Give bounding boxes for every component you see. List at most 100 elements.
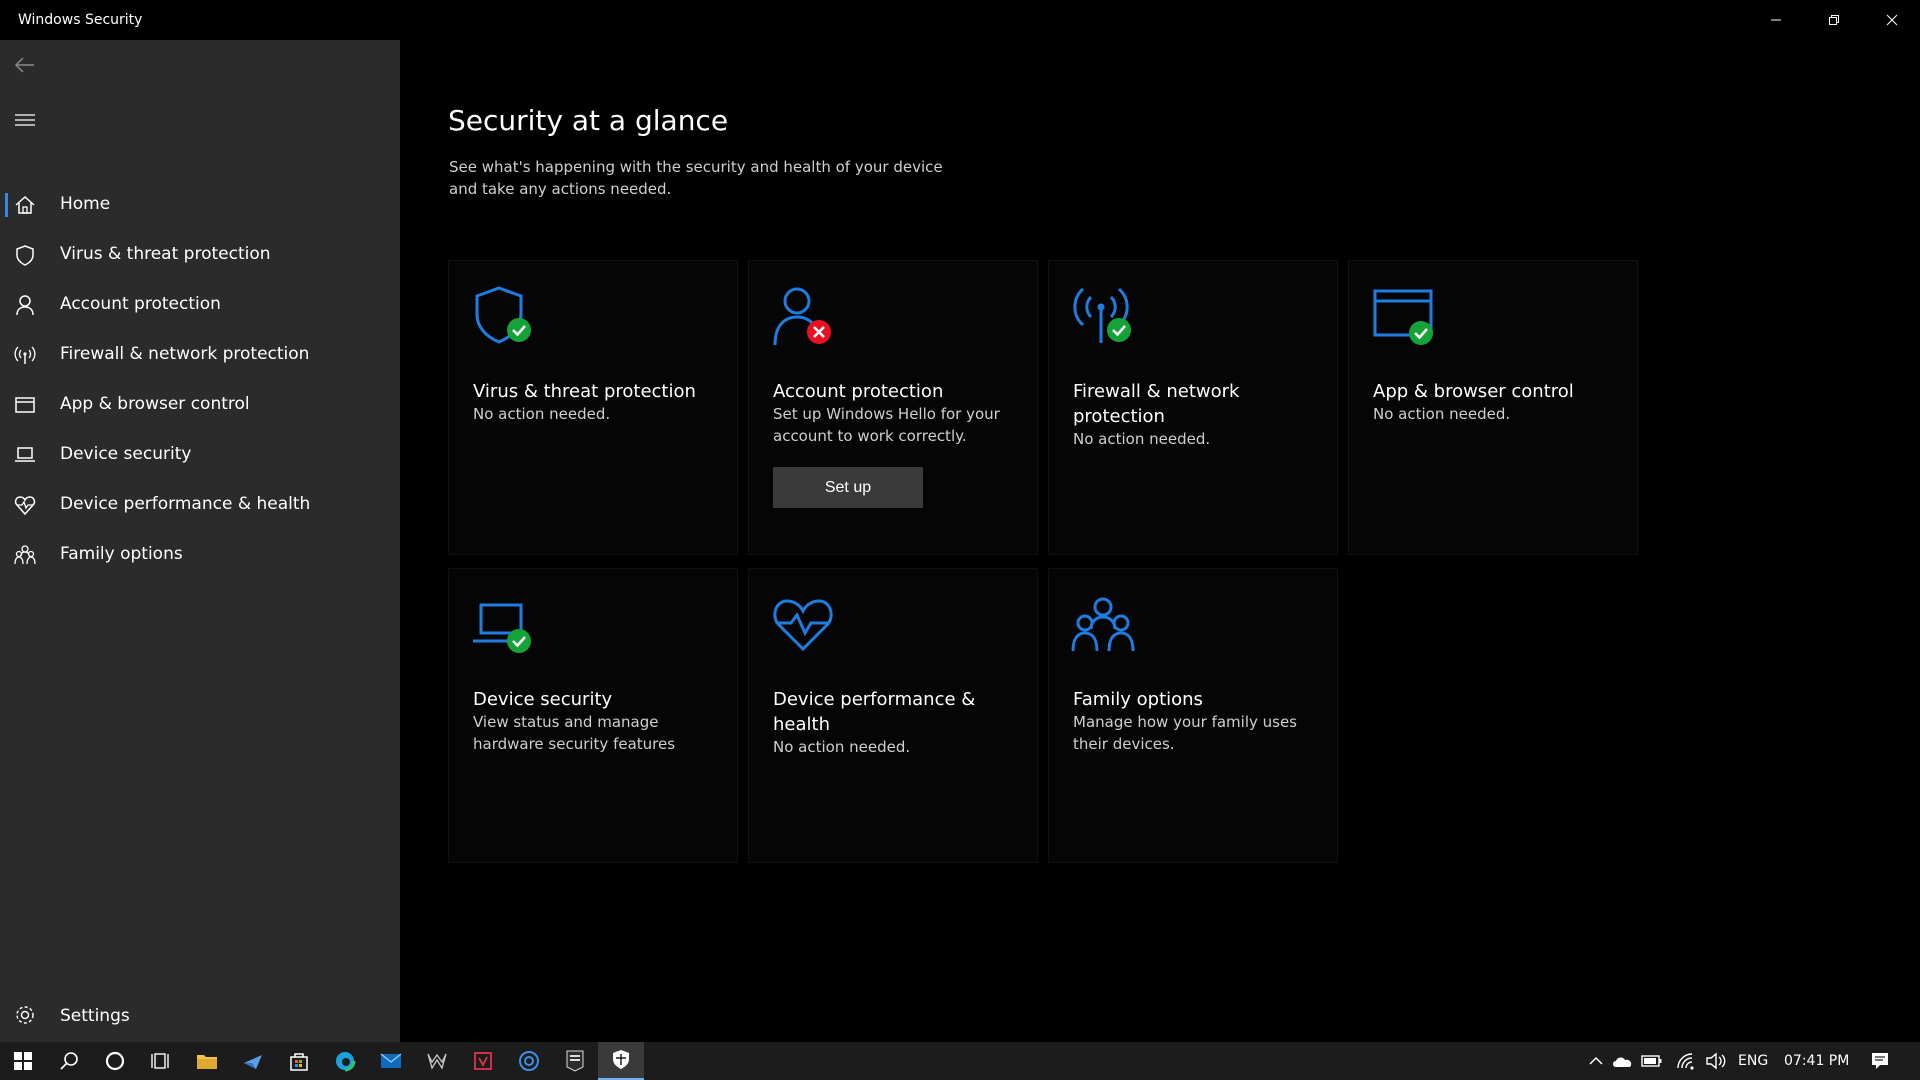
sidebar-item-firewall[interactable]: Firewall & network protection — [0, 330, 400, 380]
shield-icon — [14, 244, 36, 266]
gaming-app-button[interactable] — [414, 1042, 460, 1080]
cortana-circle-icon — [105, 1051, 125, 1071]
sidebar-item-virus-threat[interactable]: Virus & threat protection — [0, 230, 400, 280]
sidebar-item-home[interactable]: Home — [0, 180, 400, 230]
store-bag-icon — [290, 1053, 308, 1071]
mail-envelope-icon — [380, 1053, 402, 1068]
menu-button[interactable] — [13, 109, 37, 131]
sidebar-item-label: App & browser control — [60, 394, 250, 414]
cloud-icon — [1613, 1057, 1632, 1067]
card-account[interactable]: Account protection Set up Windows Hello … — [748, 260, 1038, 555]
card-title: Device security — [473, 689, 613, 710]
start-button[interactable] — [0, 1042, 46, 1080]
folder-icon — [197, 1055, 217, 1069]
sidebar-item-label: Device performance & health — [60, 494, 311, 514]
card-virus-threat[interactable]: Virus & threat protection No action need… — [448, 260, 738, 555]
antenna-check-icon — [1071, 285, 1135, 349]
card-desc: No action needed. — [1073, 430, 1211, 448]
card-desc: No action needed. — [473, 405, 611, 423]
predator-logo-icon — [427, 1053, 447, 1070]
edge-icon — [334, 1050, 356, 1072]
sidebar-item-account[interactable]: Account protection — [0, 280, 400, 330]
card-desc: View status and manage hardware security… — [473, 713, 676, 753]
sidebar-item-device-performance[interactable]: Device performance & health — [0, 480, 400, 530]
epic-games-icon — [566, 1050, 584, 1072]
sidebar-item-settings[interactable]: Settings — [0, 990, 400, 1040]
search-icon — [60, 1052, 78, 1070]
settings-label: Settings — [60, 1006, 130, 1026]
card-title: Device performance & health — [773, 689, 976, 735]
person-icon — [14, 294, 36, 316]
restore-button[interactable] — [1806, 0, 1862, 40]
card-app-browser[interactable]: App & browser control No action needed. — [1348, 260, 1638, 555]
sidebar: Home Virus & threat protection Account p… — [0, 40, 400, 1042]
close-button[interactable] — [1864, 0, 1920, 40]
windows-security-taskbar-button[interactable] — [598, 1042, 644, 1080]
setup-button[interactable]: Set up — [773, 467, 923, 508]
close-icon — [1886, 14, 1898, 26]
card-title: Account protection — [773, 381, 944, 402]
taskbar: ENG 07:41 PM — [0, 1042, 1920, 1080]
window-title: Windows Security — [18, 12, 143, 28]
card-desc: No action needed. — [1373, 405, 1511, 423]
battery-icon — [1641, 1055, 1662, 1067]
sidebar-item-label: Home — [60, 194, 111, 214]
epic-games-button[interactable] — [552, 1042, 598, 1080]
card-title: Virus & threat protection — [473, 381, 696, 402]
minimize-button[interactable] — [1748, 0, 1804, 40]
speaker-icon — [1706, 1052, 1726, 1070]
heart-icon — [14, 494, 36, 516]
windows-logo-icon — [14, 1052, 32, 1070]
card-device-performance[interactable]: Device performance & health No action ne… — [748, 568, 1038, 863]
sidebar-item-app-browser[interactable]: App & browser control — [0, 380, 400, 430]
task-view-button[interactable] — [138, 1042, 184, 1080]
card-desc: Manage how your family uses their device… — [1073, 713, 1297, 753]
card-desc: No action needed. — [773, 738, 911, 756]
home-icon — [14, 194, 36, 216]
sidebar-item-label: Family options — [60, 544, 183, 564]
browser-window-check-icon — [1371, 285, 1435, 349]
card-firewall[interactable]: Firewall & network protection No action … — [1048, 260, 1338, 555]
store-button[interactable] — [276, 1042, 322, 1080]
family-icon — [1071, 593, 1135, 657]
antenna-icon — [14, 344, 36, 366]
heart-pulse-icon — [771, 593, 835, 657]
browser-window-icon — [14, 394, 36, 416]
card-title: App & browser control — [1373, 381, 1574, 402]
shield-icon — [613, 1050, 629, 1069]
notification-icon — [1872, 1053, 1888, 1069]
red-app-button[interactable] — [460, 1042, 506, 1080]
back-button[interactable] — [12, 52, 38, 78]
page-subtitle: See what's happening with the security a… — [449, 158, 943, 198]
restore-icon — [1829, 15, 1839, 25]
action-center-button[interactable] — [1856, 1042, 1904, 1080]
clock[interactable]: 07:41 PM — [1784, 1053, 1849, 1069]
main-content: Security at a glance See what's happenin… — [400, 40, 1920, 1042]
mail-button[interactable] — [368, 1042, 414, 1080]
sidebar-item-label: Account protection — [60, 294, 221, 314]
sidebar-item-family[interactable]: Family options — [0, 530, 400, 580]
card-desc: Set up Windows Hello for your account to… — [773, 405, 1000, 445]
wifi-icon — [1677, 1053, 1694, 1070]
hamburger-icon — [15, 114, 35, 126]
uplay-icon — [519, 1051, 539, 1071]
search-button[interactable] — [46, 1042, 92, 1080]
volume-button[interactable] — [1696, 1042, 1736, 1080]
edge-browser-button[interactable] — [322, 1042, 368, 1080]
file-explorer-button[interactable] — [184, 1042, 230, 1080]
card-family[interactable]: Family options Manage how your family us… — [1048, 568, 1338, 863]
family-icon — [14, 544, 36, 566]
person-error-icon — [771, 285, 835, 349]
laptop-check-icon — [471, 593, 535, 657]
card-device-security[interactable]: Device security View status and manage h… — [448, 568, 738, 863]
input-language-indicator[interactable]: ENG — [1738, 1053, 1768, 1069]
cortana-button[interactable] — [92, 1042, 138, 1080]
uplay-button[interactable] — [506, 1042, 552, 1080]
task-view-icon — [151, 1053, 169, 1069]
sidebar-item-device-security[interactable]: Device security — [0, 430, 400, 480]
laptop-icon — [14, 444, 36, 466]
app-launcher-button[interactable] — [230, 1042, 276, 1080]
card-title: Firewall & network protection — [1073, 381, 1240, 427]
battery-button[interactable] — [1632, 1042, 1672, 1080]
red-square-app-icon — [474, 1052, 492, 1070]
